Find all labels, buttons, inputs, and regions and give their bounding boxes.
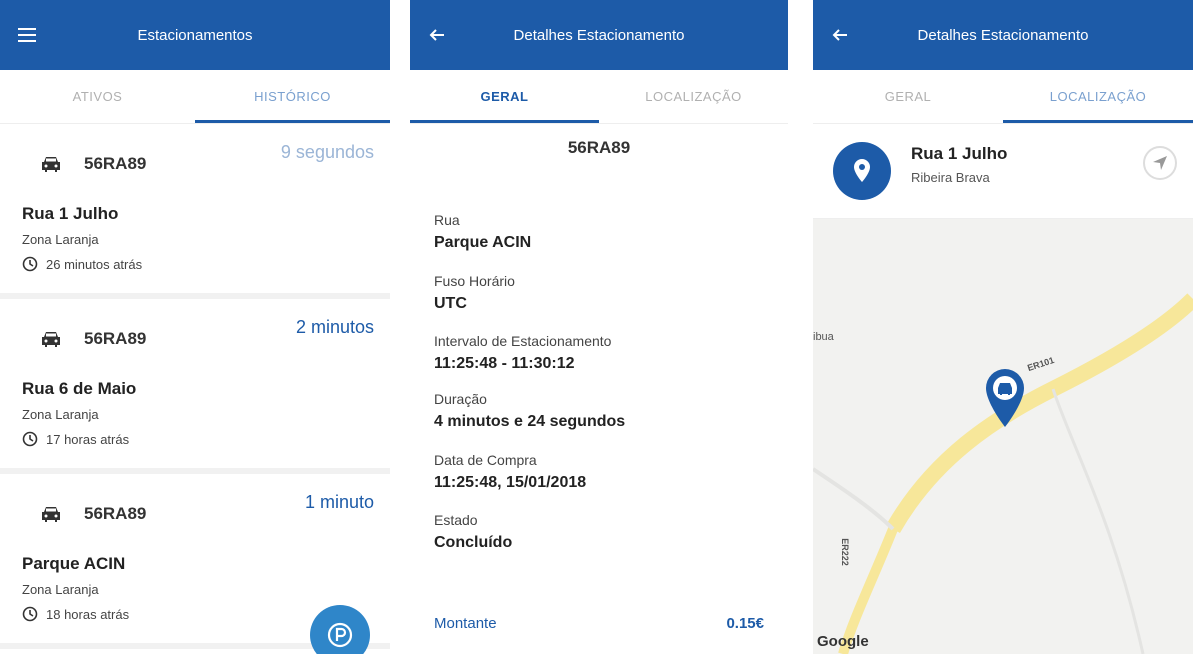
detail-label: Intervalo de Estacionamento [434, 333, 612, 349]
tab-bar: GERAL LOCALIZAÇÃO [813, 70, 1193, 124]
google-logo: Google [817, 633, 869, 650]
license-plate: 56RA89 [567, 138, 631, 157]
tab-localizacao[interactable]: LOCALIZAÇÃO [1003, 70, 1193, 123]
new-parking-button[interactable] [310, 605, 370, 654]
parking-icon [327, 622, 353, 648]
amount-value: 0.15€ [726, 615, 764, 632]
license-plate: 56RA89 [84, 329, 147, 348]
detail-value: UTC [434, 295, 467, 312]
elapsed-time: 2 minutos [295, 317, 374, 337]
street-name: Parque ACIN [22, 554, 126, 573]
navigation-arrow-icon [1153, 156, 1167, 170]
history-screen: Estacionamentos ATIVOS HISTÓRICO 9 segun… [0, 0, 390, 654]
tab-localizacao[interactable]: LOCALIZAÇÃO [599, 70, 788, 123]
page-title: Detalhes Estacionamento [917, 26, 1089, 44]
location-city: Ribeira Brava [911, 170, 990, 185]
license-plate: 56RA89 [84, 154, 147, 173]
clock-icon [22, 256, 38, 272]
detail-label: Rua [434, 212, 460, 228]
location-screen: Detalhes Estacionamento GERAL LOCALIZAÇÃ… [813, 0, 1193, 654]
detail-value: 11:25:48 - 11:30:12 [434, 355, 575, 372]
tab-geral[interactable]: GERAL [410, 70, 599, 123]
detail-rua: Rua Parque ACIN [434, 212, 531, 252]
license-plate: 56RA89 [84, 504, 147, 523]
street-name: Rua 6 de Maio [22, 379, 137, 398]
detail-value: Concluído [434, 534, 513, 551]
back-arrow-icon[interactable] [410, 27, 464, 43]
detail-value: 11:25:48, 15/01/2018 [434, 474, 587, 491]
tab-bar: ATIVOS HISTÓRICO [0, 70, 390, 124]
list-item[interactable]: 9 segundos 56RA89 Rua 1 Julho Zona Laran… [0, 124, 390, 299]
page-title: Estacionamentos [137, 26, 253, 44]
car-icon [42, 332, 60, 347]
tab-bar: GERAL LOCALIZAÇÃO [410, 70, 788, 124]
map-roads [813, 219, 1193, 654]
tab-ativos[interactable]: ATIVOS [0, 70, 195, 123]
back-arrow-icon[interactable] [813, 27, 867, 43]
app-bar: Detalhes Estacionamento [410, 0, 788, 70]
list-item[interactable]: 1 minuto 56RA89 Parque ACIN Zona Laranja… [0, 474, 390, 654]
detail-duracao: Duração 4 minutos e 24 segundos [434, 391, 625, 431]
clock-icon [22, 431, 38, 447]
detail-label: Fuso Horário [434, 273, 515, 289]
car-location-marker-icon[interactable] [983, 367, 1027, 431]
detail-value: 4 minutos e 24 segundos [434, 413, 626, 430]
street-name: Rua 1 Julho [22, 204, 119, 223]
menu-icon[interactable] [0, 28, 54, 42]
location-street: Rua 1 Julho [911, 144, 1008, 163]
details-screen: Detalhes Estacionamento GERAL LOCALIZAÇÃ… [410, 0, 788, 654]
time-ago: 17 horas atrás [46, 431, 130, 447]
detail-estado: Estado Concluído [434, 512, 512, 552]
detail-label: Duração [434, 391, 487, 407]
car-icon [42, 507, 60, 522]
list-item[interactable]: 2 minutos 56RA89 Rua 6 de Maio Zona Lara… [0, 299, 390, 474]
app-bar: Estacionamentos [0, 0, 390, 70]
elapsed-time: 9 segundos [280, 142, 374, 162]
tab-geral[interactable]: GERAL [813, 70, 1003, 123]
zone-name: Zona Laranja [22, 582, 99, 597]
location-header: Rua 1 Julho Ribeira Brava [813, 124, 1193, 219]
detail-fuso: Fuso Horário UTC [434, 273, 515, 313]
detail-label: Estado [434, 512, 478, 528]
tab-historico[interactable]: HISTÓRICO [195, 70, 390, 123]
map-road-label: ER222 [839, 538, 850, 566]
zone-name: Zona Laranja [22, 407, 99, 422]
zone-name: Zona Laranja [22, 232, 99, 247]
location-pin-icon [833, 142, 891, 200]
detail-label: Data de Compra [434, 452, 537, 468]
time-ago: 18 horas atrás [46, 606, 130, 622]
detail-value: Parque ACIN [434, 234, 532, 251]
amount-label: Montante [434, 615, 497, 632]
car-icon [42, 157, 60, 172]
parking-history-list: 9 segundos 56RA89 Rua 1 Julho Zona Laran… [0, 124, 390, 654]
detail-data-compra: Data de Compra 11:25:48, 15/01/2018 [434, 452, 586, 492]
clock-icon [22, 606, 38, 622]
app-bar: Detalhes Estacionamento [813, 0, 1193, 70]
elapsed-time: 1 minuto [304, 492, 374, 512]
map-view[interactable]: ibua ER101 ER222 Google [813, 219, 1193, 654]
amount-row: Montante 0.15€ [434, 615, 764, 632]
page-title: Detalhes Estacionamento [513, 26, 685, 44]
map-place-label: ibua [813, 331, 834, 343]
detail-intervalo: Intervalo de Estacionamento 11:25:48 - 1… [434, 333, 611, 373]
time-ago: 26 minutos atrás [46, 256, 143, 272]
navigate-button[interactable] [1143, 146, 1177, 180]
